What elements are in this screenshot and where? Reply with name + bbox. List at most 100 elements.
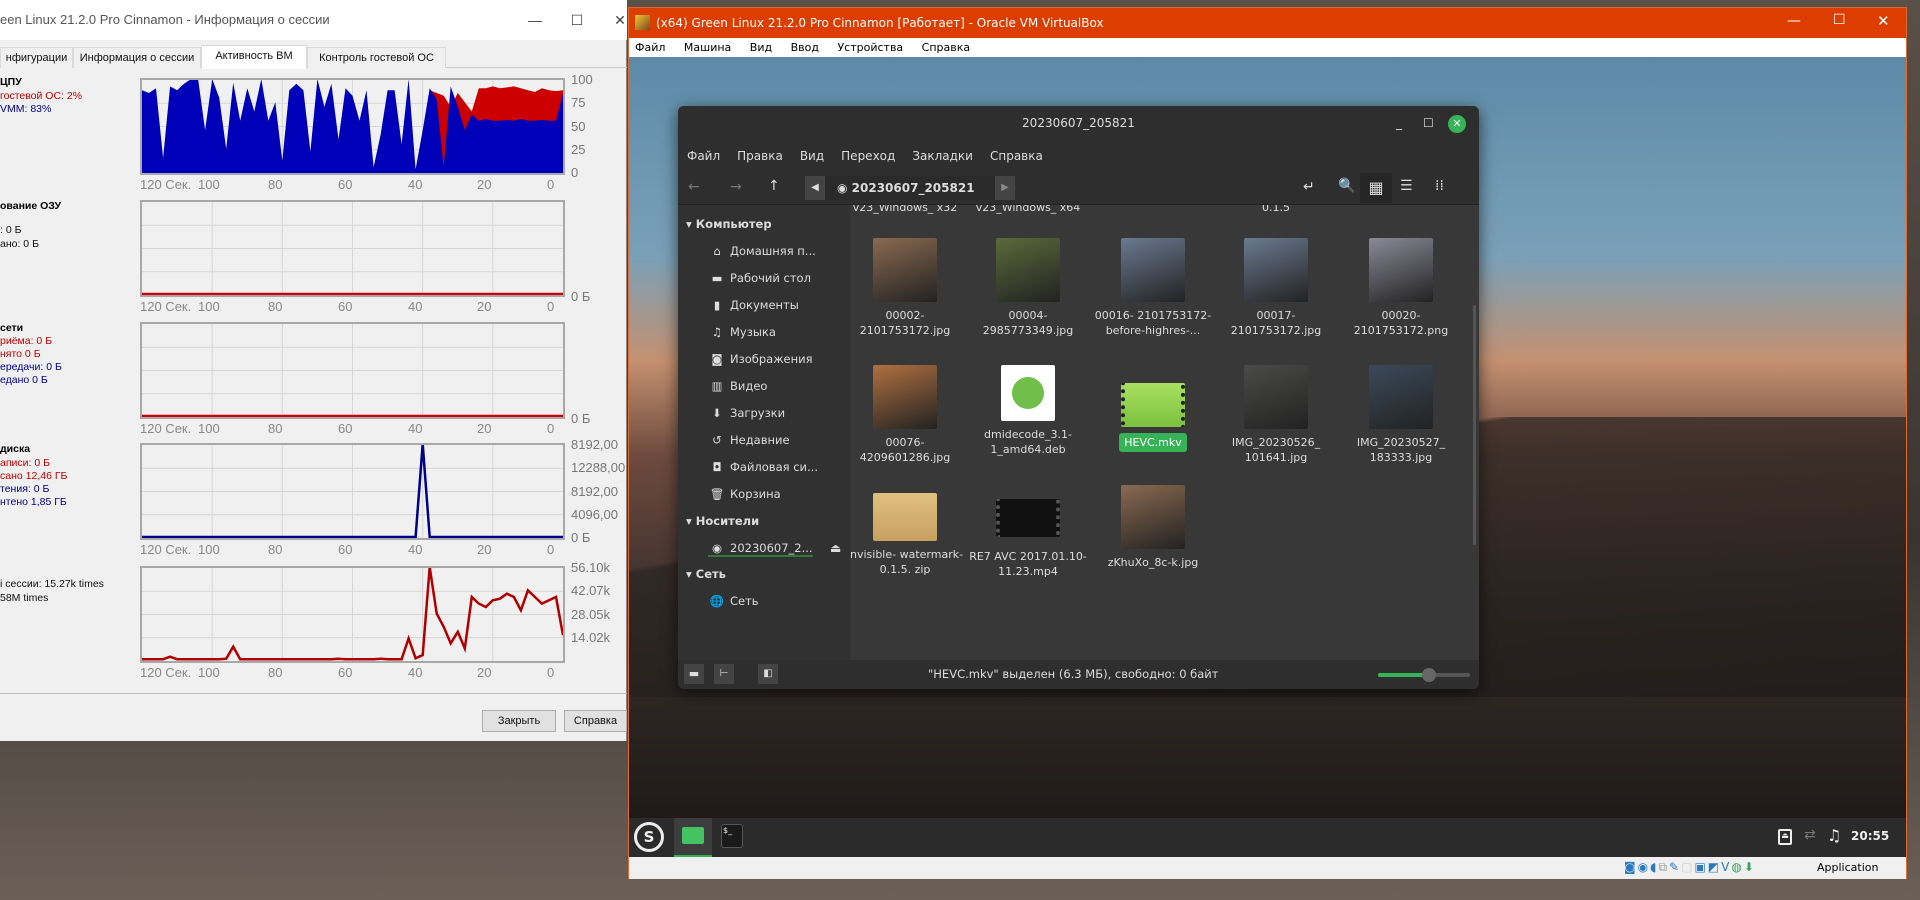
hdd-icon[interactable]: ◙ [1624, 860, 1638, 874]
vbox-maximize-button[interactable]: ☐ [1833, 12, 1846, 28]
zoom-slider[interactable] [1378, 668, 1470, 682]
sidebar-section-computer[interactable]: ▾ Компьютер [686, 217, 772, 231]
sidebar-item[interactable]: ▬ Рабочий стол [708, 271, 811, 285]
film-icon: ▥ [711, 379, 723, 393]
search-icon[interactable]: 🔍 [1338, 178, 1355, 194]
menu-logo-icon[interactable]: S [634, 822, 664, 852]
file-item[interactable]: zKhuXo_8c-k.jpg [1093, 485, 1213, 570]
vbox-menu-machine[interactable]: Машина [684, 41, 731, 54]
fm-menu-bookmarks[interactable]: Закладки [912, 149, 973, 163]
file-item[interactable]: RE7 AVC 2017.01.10- 11.23.mp4 [968, 485, 1088, 579]
sidebar-item[interactable]: 🗑 Корзина [708, 487, 781, 501]
tab-vm-activity[interactable]: Активность ВМ [201, 45, 307, 69]
removable-drive-icon[interactable]: ⏏ [1778, 829, 1792, 845]
optical-drive-icon[interactable]: ◉ [1638, 860, 1650, 874]
fm-menu-file[interactable]: Файл [687, 149, 720, 163]
vbox-menu-file[interactable]: Файл [635, 41, 665, 54]
tab-guest-control[interactable]: Контроль гостевой ОС [307, 47, 446, 68]
tab-configuration[interactable]: нфигурации [0, 47, 73, 68]
file-item[interactable]: 00020- 2101753172.png [1341, 238, 1461, 338]
vbox-minimize-button[interactable]: — [1787, 13, 1801, 29]
icon-view-button[interactable]: ▦ [1360, 173, 1392, 203]
sidebar-item[interactable]: ▥ Видео [708, 379, 768, 393]
vt-x-icon[interactable]: V [1721, 860, 1731, 874]
sidebar-section-devices[interactable]: ▾ Носители [686, 514, 759, 528]
path-button[interactable]: ◉ 20230607_205821 [825, 176, 995, 200]
taskbar-files-button[interactable] [674, 818, 712, 857]
minimize-button[interactable]: — [515, 8, 555, 32]
sidebar-item-network[interactable]: 🌐 Сеть [708, 594, 759, 608]
help-button[interactable]: Справка [564, 710, 627, 732]
list-view-icon[interactable]: ☰ [1400, 178, 1413, 194]
vbox-menu-input[interactable]: Ввод [791, 41, 819, 54]
scrollbar[interactable] [1473, 305, 1476, 545]
sidebar-item[interactable]: ⌂ Домашняя п... [708, 244, 815, 258]
close-dialog-button[interactable]: Закрыть [482, 710, 556, 732]
sound-icon[interactable]: ♫ [1827, 826, 1841, 845]
file-name: 00002- 2101753172.jpg [859, 309, 951, 337]
sidebar-item[interactable]: ▮ Документы [708, 298, 799, 312]
terminal-icon[interactable]: $_ [721, 824, 743, 848]
fm-menu-view[interactable]: Вид [800, 149, 824, 163]
back-icon[interactable]: ← [688, 179, 700, 195]
fm-maximize-button[interactable]: ☐ [1423, 106, 1434, 141]
sidebar-item[interactable]: ♫ Музыка [708, 325, 776, 339]
file-item[interactable]: invisible- watermark-0.1.5. zip [850, 485, 965, 577]
clock[interactable]: 20:55 [1851, 829, 1889, 843]
maximize-button[interactable]: ☐ [557, 8, 597, 32]
network-icon[interactable]: ⧉ [1658, 860, 1669, 874]
toggle-location-icon[interactable]: ↵ [1303, 179, 1315, 195]
file-item[interactable]: dmidecode_3.1- 1_amd64.deb [968, 365, 1088, 457]
file-item[interactable]: ChimbaBench_ v23_Windows_ x32 [850, 205, 965, 215]
fm-menu-edit[interactable]: Правка [737, 149, 783, 163]
file-item[interactable]: 00076- 4209601286.jpg [850, 365, 965, 465]
compact-view-icon[interactable]: ⁞⁞ [1435, 178, 1444, 194]
zoom-slider-handle[interactable] [1421, 668, 1436, 682]
tree-toggle-icon[interactable]: ⊢ [714, 664, 734, 684]
fm-statusbar: ▬ ⊢ ◧ "HEVC.mkv" выделен (6.3 МБ), свобо… [678, 660, 1479, 689]
path-right-button[interactable]: ▶ [995, 176, 1015, 200]
vbox-menu-devices[interactable]: Устройства [837, 41, 903, 54]
recording-icon[interactable]: ◩ [1708, 860, 1721, 874]
file-item[interactable]: 00004- 2985773349.jpg [968, 238, 1088, 338]
vbox-menu-view[interactable]: Вид [750, 41, 772, 54]
shared-folders-icon[interactable]: ▢ [1681, 860, 1694, 874]
fm-menu-go[interactable]: Переход [841, 149, 895, 163]
file-item[interactable]: 00016- 2101753172- before-highres-... [1093, 238, 1213, 338]
sidebar-item[interactable]: ◘ Файловая си... [708, 460, 818, 474]
up-icon[interactable]: ↑ [768, 178, 780, 194]
display-icon[interactable]: ▣ [1694, 860, 1707, 874]
fm-minimize-button[interactable]: _ [1396, 106, 1402, 141]
usb-icon[interactable]: ✎ [1669, 860, 1681, 874]
sidebar-item-device[interactable]: ◉ 20230607_2... [708, 541, 813, 557]
guest-screen[interactable]: 20230607_205821 _ ☐ ✕ Файл Правка Вид Перех… [629, 57, 1906, 857]
x-tick-label: 80 [268, 421, 283, 436]
file-name: RE7 AVC 2017.01.10- 11.23.mp4 [969, 550, 1087, 578]
sidebar-item[interactable]: ◙ Изображения [708, 352, 812, 366]
vbox-menubar: Файл Машина Вид Ввод Устройства Справка [629, 38, 1906, 57]
vbox-menu-help[interactable]: Справка [922, 41, 970, 54]
file-grid: ChimbaBench_ v23_Windows_ x32 ChimbaBench… [850, 205, 1479, 660]
file-item[interactable]: 00017- 2101753172.jpg [1216, 238, 1336, 338]
file-item[interactable]: IMG_20230527_ 183333.jpg [1341, 365, 1461, 465]
sidebar-item[interactable]: ⬇ Загрузки [708, 406, 785, 420]
file-item[interactable]: invisible- watermark-0.1.5 [1216, 205, 1336, 215]
hide-sidebar-icon[interactable]: ◧ [758, 664, 778, 684]
fm-menu-help[interactable]: Справка [990, 149, 1043, 163]
tab-session-info[interactable]: Информация о сессии [73, 47, 201, 68]
network-disconnected-icon[interactable]: ⇄ [1804, 827, 1816, 843]
places-toggle-icon[interactable]: ▬ [684, 664, 704, 684]
file-item[interactable]: IMG_20230526_ 101641.jpg [1216, 365, 1336, 465]
fm-close-button[interactable]: ✕ [1448, 115, 1466, 133]
forward-icon[interactable]: → [730, 179, 742, 195]
sidebar-section-network[interactable]: ▾ Сеть [686, 567, 726, 581]
file-item[interactable]: ChimbaBench_ v23_Windows_ x64 [968, 205, 1088, 215]
sidebar-item[interactable]: ↺ Недавние [708, 433, 789, 447]
path-left-button[interactable]: ◀ [805, 176, 825, 200]
file-item[interactable]: 00002- 2101753172.jpg [850, 238, 965, 338]
eject-icon[interactable]: ⏏ [830, 541, 841, 555]
mouse-integration-icon[interactable]: ⬇ [1744, 860, 1756, 874]
guest-additions-icon[interactable]: ◍ [1731, 860, 1743, 874]
vbox-close-button[interactable]: ✕ [1877, 12, 1890, 30]
file-item[interactable]: HEVC.mkv [1093, 365, 1213, 452]
